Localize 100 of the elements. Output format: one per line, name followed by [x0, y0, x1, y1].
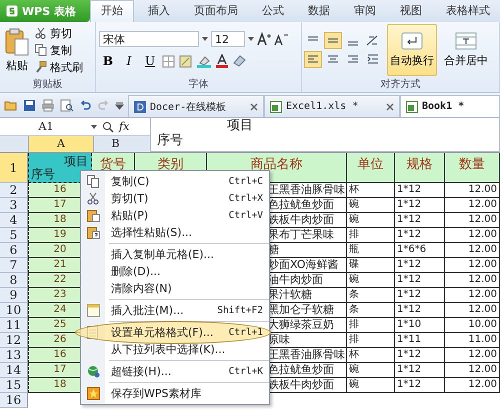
row-header[interactable]: 4	[0, 213, 28, 228]
folder-icon[interactable]	[4, 98, 18, 112]
close-icon[interactable]	[386, 102, 394, 110]
eraser-icon[interactable]	[232, 54, 246, 68]
vertical-align-icon[interactable]	[325, 33, 341, 48]
table-cell: 项目 序号	[28, 153, 92, 183]
bold-button[interactable]: B	[99, 53, 117, 69]
ribbon-tab[interactable]: 审阅	[344, 0, 386, 22]
column-header[interactable]: A	[28, 136, 93, 152]
copy-icon	[35, 44, 47, 56]
formula-content[interactable]: 项目 序号	[150, 118, 500, 152]
underline-button[interactable]: U	[141, 53, 159, 69]
horizontal-align-icon[interactable]	[305, 52, 321, 67]
function-button[interactable]: fx	[119, 120, 130, 133]
dropdown-caret-icon[interactable]	[248, 37, 254, 41]
table-cell: 碟	[347, 258, 395, 273]
ribbon-tab[interactable]: 公式	[252, 0, 294, 22]
template-doc-icon	[134, 100, 146, 112]
table-cell: 排	[347, 228, 395, 243]
row-header[interactable]: 3	[0, 198, 28, 213]
ribbon-tab[interactable]: 页面布局	[184, 0, 248, 22]
shrink-font-icon[interactable]	[274, 32, 288, 46]
name-box[interactable]: A1	[0, 120, 92, 133]
borders-icon[interactable]	[162, 54, 176, 68]
group-label: 对齐方式	[380, 78, 422, 92]
fill-color-icon[interactable]	[196, 54, 212, 68]
table-cell: 1*12	[395, 213, 445, 228]
table-cell: 12.00	[445, 243, 500, 258]
document-tab[interactable]: Book1 *	[400, 95, 500, 117]
spreadsheet-icon	[270, 100, 282, 112]
row-header[interactable]: 1	[0, 153, 28, 183]
column-title: 单位	[347, 153, 395, 183]
row-header[interactable]: 7	[0, 258, 28, 273]
scissors-icon	[35, 27, 47, 39]
app-logo-icon	[6, 5, 18, 17]
table-cell: 排	[347, 333, 395, 348]
table-cell: 12.00	[445, 378, 500, 393]
print-preview-icon[interactable]	[60, 98, 74, 112]
wrap-text-button[interactable]: 自动换行	[387, 24, 437, 76]
row-header[interactable]: 10	[0, 303, 28, 318]
table-cell: 1*12	[395, 183, 445, 198]
table-cell: 12.00	[445, 258, 500, 273]
table-cell: 碗	[347, 213, 395, 228]
document-tab[interactable]: Docer-在线模板	[128, 95, 264, 117]
row-header[interactable]: 11	[0, 318, 28, 333]
table-cell: 条	[347, 288, 395, 303]
grow-font-icon[interactable]	[257, 32, 271, 46]
spreadsheet-icon	[406, 100, 418, 112]
row-header[interactable]: 8	[0, 273, 28, 288]
table-cell: 杯	[347, 348, 395, 363]
table-cell: 12.00	[445, 348, 500, 363]
document-tab[interactable]: Excel1.xls *	[264, 95, 400, 117]
brush-icon	[35, 61, 47, 73]
scissors-icon	[86, 192, 100, 205]
table-cell: 12.00	[445, 273, 500, 288]
cut-button[interactable]: 剪切	[35, 26, 83, 40]
row-header[interactable]: 13	[0, 348, 28, 363]
dropdown-caret-icon[interactable]	[91, 124, 97, 128]
row-header[interactable]: 9	[0, 288, 28, 303]
ribbon-tab[interactable]: 开始	[90, 0, 134, 22]
table-cell: 1*12	[395, 273, 445, 288]
close-icon[interactable]	[250, 102, 258, 110]
customize-caret-icon[interactable]	[115, 100, 124, 110]
row-header[interactable]: 15	[0, 378, 28, 393]
ribbon-tab[interactable]: 视图	[390, 0, 432, 22]
table-cell: 1*12	[395, 303, 445, 318]
fill-pattern-icon[interactable]	[179, 54, 193, 68]
zoom-icon[interactable]	[102, 120, 114, 132]
ribbon-tab[interactable]: 表格样式	[436, 0, 500, 22]
table-cell: 碗	[347, 378, 395, 393]
copy-button[interactable]: 复制	[35, 42, 83, 58]
font-size-field[interactable]: 12	[211, 31, 245, 47]
row-header[interactable]: 6	[0, 243, 28, 258]
row-header[interactable]: 12	[0, 333, 28, 348]
undo-icon[interactable]	[79, 98, 92, 112]
table-cell: 1*12	[395, 228, 445, 243]
row-header[interactable]: 14	[0, 363, 28, 378]
save-icon[interactable]	[23, 98, 36, 112]
note-icon	[86, 304, 100, 317]
ribbon-tab[interactable]: 插入	[138, 0, 180, 22]
clipboard-icon	[86, 209, 100, 222]
table-cell: 1*12	[395, 363, 445, 378]
italic-button[interactable]: I	[120, 53, 138, 69]
merge-center-button[interactable]: 合并居中	[441, 24, 491, 76]
row-header[interactable]: 5	[0, 228, 28, 243]
font-name-field[interactable]: 宋体	[99, 31, 199, 47]
print-icon[interactable]	[41, 98, 55, 112]
table-cell: 1*12	[395, 198, 445, 213]
table-cell: 11.00	[445, 333, 500, 348]
table-cell: 10.00	[445, 318, 500, 333]
paste-button[interactable]: 粘贴	[3, 28, 31, 72]
font-color-icon[interactable]	[215, 54, 229, 68]
row-header[interactable]: 16	[0, 393, 28, 408]
row-header[interactable]: 2	[0, 183, 28, 198]
dropdown-caret-icon[interactable]	[202, 37, 208, 41]
merge-cells-icon	[455, 32, 477, 50]
ribbon-tab[interactable]: 数据	[298, 0, 340, 22]
format-painter-button[interactable]: 格式刷	[35, 60, 83, 74]
column-title: 数量	[445, 153, 500, 183]
column-header[interactable]: B	[93, 136, 137, 152]
